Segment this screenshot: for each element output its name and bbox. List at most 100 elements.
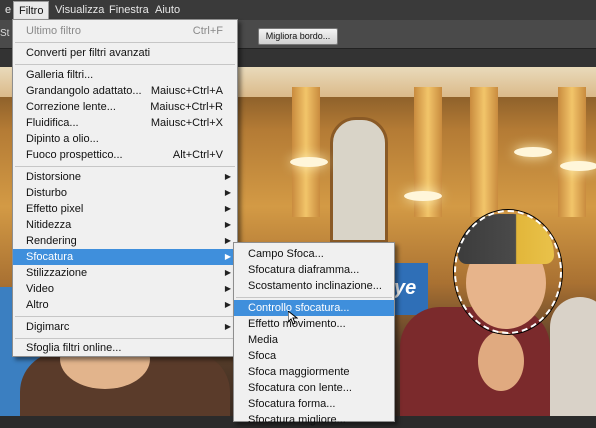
- menu-item-label: Sfoglia filtri online...: [26, 342, 122, 354]
- menu-item-label: Fuoco prospettico...: [26, 149, 123, 161]
- submenu-item-average[interactable]: Media: [234, 332, 394, 348]
- menu-item-label: Digimarc: [26, 321, 70, 333]
- menu-item-label: Sfocatura con lente...: [248, 382, 352, 394]
- menu-item-label: Sfocatura migliore...: [248, 414, 346, 426]
- menu-item-label: Sfoca maggiormente: [248, 366, 350, 378]
- menu-item-shortcut: Maiusc+Ctrl+R: [150, 101, 223, 113]
- menu-item-label: Rendering: [26, 235, 77, 247]
- arched-window: [330, 117, 388, 243]
- menu-item-label: Video: [26, 283, 54, 295]
- menu-item-oil-paint[interactable]: Dipinto a olio...: [13, 131, 237, 147]
- menu-item-noise[interactable]: Disturbo ▶: [13, 185, 237, 201]
- menu-item-label: Disturbo: [26, 187, 67, 199]
- submenu-arrow-icon: ▶: [224, 284, 231, 293]
- menu-separator: [15, 338, 235, 339]
- menu-item-shortcut: Maiusc+Ctrl+X: [150, 117, 223, 129]
- elliptical-selection-marquee[interactable]: [454, 210, 562, 334]
- submenu-item-blur-control[interactable]: Controllo sfocatura...: [234, 300, 394, 316]
- menu-item-label: Sfocatura diaframma...: [248, 264, 360, 276]
- menu-item-convert-smart-filters[interactable]: Converti per filtri avanzati: [13, 45, 237, 61]
- submenu-arrow-icon: ▶: [224, 252, 231, 261]
- menu-item-label: Galleria filtri...: [26, 69, 94, 81]
- submenu-item-blur-more[interactable]: Sfoca maggiormente: [234, 364, 394, 380]
- submenu-item-blur[interactable]: Sfoca: [234, 348, 394, 364]
- menu-item-pixelate[interactable]: Effetto pixel ▶: [13, 201, 237, 217]
- menu-item-label: Nitidezza: [26, 219, 72, 231]
- menu-item-vanishing-point[interactable]: Fuoco prospettico... Alt+Ctrl+V: [13, 147, 237, 163]
- menu-item-label: Media: [248, 334, 278, 346]
- menu-filter[interactable]: Filtro: [13, 1, 50, 21]
- submenu-arrow-icon: ▶: [224, 188, 231, 197]
- menu-item-distort[interactable]: Distorsione ▶: [13, 169, 237, 185]
- menu-item-label: Stilizzazione: [26, 267, 88, 279]
- menu-item-shortcut: Alt+Ctrl+V: [172, 149, 223, 161]
- menu-item-render[interactable]: Rendering ▶: [13, 233, 237, 249]
- menu-item-stylize[interactable]: Stilizzazione ▶: [13, 265, 237, 281]
- options-bar-edge-label: St: [0, 28, 10, 39]
- column: [470, 87, 498, 217]
- menu-item-liquify[interactable]: Fluidifica... Maiusc+Ctrl+X: [13, 115, 237, 131]
- menu-item-shortcut: Ctrl+F: [192, 25, 223, 37]
- menu-item-blur[interactable]: Sfocatura ▶: [13, 249, 237, 265]
- filter-menu: Ultimo filtro Ctrl+F Converti per filtri…: [12, 19, 238, 357]
- ceiling-lamp: [560, 161, 596, 171]
- menu-item-digimarc[interactable]: Digimarc ▶: [13, 319, 237, 335]
- ceiling-lamp: [290, 157, 328, 167]
- menu-item-lens-correction[interactable]: Correzione lente... Maiusc+Ctrl+R: [13, 99, 237, 115]
- menu-item-video[interactable]: Video ▶: [13, 281, 237, 297]
- menu-item-label: Sfocatura: [26, 251, 74, 263]
- submenu-arrow-icon: ▶: [224, 268, 231, 277]
- submenu-arrow-icon: ▶: [224, 172, 231, 181]
- submenu-item-motion-blur[interactable]: Effetto movimento...: [234, 316, 394, 332]
- thumbs-up-hand: [478, 331, 524, 391]
- refine-edge-button[interactable]: Migliora bordo...: [258, 28, 338, 45]
- menu-item-label: Converti per filtri avanzati: [26, 47, 151, 59]
- ceiling-lamp: [514, 147, 552, 157]
- menu-separator: [236, 297, 392, 298]
- menu-item-label: Scostamento inclinazione...: [248, 280, 382, 292]
- menu-separator: [15, 316, 235, 317]
- submenu-item-smart-blur[interactable]: Sfocatura migliore...: [234, 412, 394, 428]
- menu-item-label: Campo Sfoca...: [248, 248, 324, 260]
- menu-item-label: Distorsione: [26, 171, 82, 183]
- menu-item-last-filter: Ultimo filtro Ctrl+F: [13, 23, 237, 39]
- column: [558, 87, 586, 217]
- menu-item-filter-gallery[interactable]: Galleria filtri...: [13, 67, 237, 83]
- submenu-item-field-blur[interactable]: Campo Sfoca...: [234, 246, 394, 262]
- submenu-arrow-icon: ▶: [224, 236, 231, 245]
- menu-separator: [15, 166, 235, 167]
- menu-separator: [15, 42, 235, 43]
- menu-separator: [15, 64, 235, 65]
- menu-item-label: Altro: [26, 299, 49, 311]
- menu-item-shortcut: Maiusc+Ctrl+A: [150, 85, 223, 97]
- menu-item-label: Sfocatura forma...: [248, 398, 336, 410]
- menu-help[interactable]: Aiuto: [150, 0, 185, 20]
- menu-item-label: Fluidifica...: [26, 117, 79, 129]
- menu-window[interactable]: Finestra: [104, 0, 154, 20]
- blur-submenu: Campo Sfoca... Sfocatura diaframma... Sc…: [233, 242, 395, 426]
- submenu-arrow-icon: ▶: [224, 300, 231, 309]
- sign-text: ye: [394, 277, 417, 299]
- menu-item-label: Dipinto a olio...: [26, 133, 99, 145]
- menu-bar: e Filtro Visualizza Finestra Aiuto: [0, 0, 596, 21]
- menu-item-browse-filters-online[interactable]: Sfoglia filtri online...: [13, 340, 237, 356]
- menu-item-sharpen[interactable]: Nitidezza ▶: [13, 217, 237, 233]
- mouse-cursor-icon: [288, 311, 298, 325]
- menu-item-label: Correzione lente...: [26, 101, 116, 113]
- submenu-item-shape-blur[interactable]: Sfocatura forma...: [234, 396, 394, 412]
- submenu-arrow-icon: ▶: [224, 322, 231, 331]
- menu-item-other[interactable]: Altro ▶: [13, 297, 237, 313]
- submenu-arrow-icon: ▶: [224, 204, 231, 213]
- submenu-item-tilt-shift[interactable]: Scostamento inclinazione...: [234, 278, 394, 294]
- menu-view[interactable]: Visualizza: [50, 0, 109, 20]
- column: [292, 87, 320, 217]
- menu-item-label: Controllo sfocatura...: [248, 302, 350, 314]
- person-far-right: [550, 297, 596, 416]
- submenu-item-lens-blur[interactable]: Sfocatura con lente...: [234, 380, 394, 396]
- menu-item-label: Sfoca: [248, 350, 277, 362]
- submenu-arrow-icon: ▶: [224, 220, 231, 229]
- ceiling-lamp: [404, 191, 442, 201]
- menu-item-adaptive-wide-angle[interactable]: Grandangolo adattato... Maiusc+Ctrl+A: [13, 83, 237, 99]
- submenu-item-iris-blur[interactable]: Sfocatura diaframma...: [234, 262, 394, 278]
- menu-item-label: Ultimo filtro: [26, 25, 82, 37]
